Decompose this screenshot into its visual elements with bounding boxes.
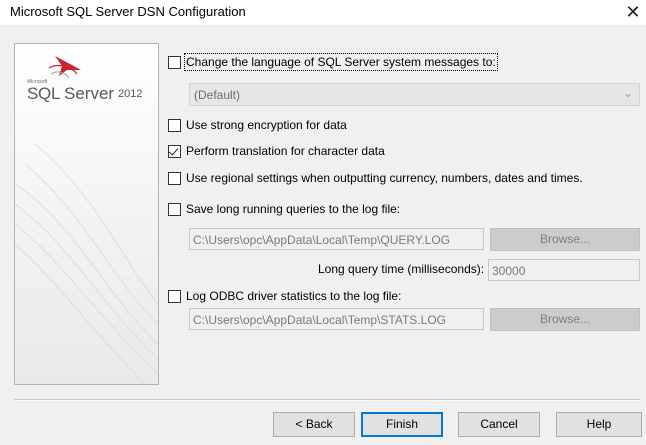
long-queries-label[interactable]: Save long running queries to the log fil… bbox=[186, 202, 400, 216]
translation-label[interactable]: Perform translation for character data bbox=[186, 144, 385, 158]
title-bar: Microsoft SQL Server DSN Configuration ✕ bbox=[0, 0, 646, 25]
logo-sql-text: SQL bbox=[27, 84, 61, 103]
stats-log-path-field[interactable]: C:\Users\opc\AppData\Local\Temp\STATS.LO… bbox=[189, 308, 484, 330]
browse-query-log-button[interactable]: Browse... bbox=[490, 228, 640, 251]
strong-encryption-label[interactable]: Use strong encryption for data bbox=[186, 118, 347, 132]
logo-year-text: 2012 bbox=[118, 88, 143, 100]
cancel-button[interactable]: Cancel bbox=[458, 412, 540, 437]
long-query-time-field[interactable]: 30000 bbox=[488, 259, 640, 281]
change-language-checkbox[interactable] bbox=[168, 56, 181, 69]
query-log-path-value: C:\Users\opc\AppData\Local\Temp\QUERY.LO… bbox=[193, 233, 451, 247]
sql-server-logo-panel: Microsoft SQL Server 2012 bbox=[14, 43, 159, 385]
language-select[interactable]: (Default) ⌄ bbox=[189, 83, 640, 106]
footer-divider bbox=[14, 399, 640, 401]
long-query-time-value: 30000 bbox=[492, 264, 526, 278]
change-language-label[interactable]: Change the language of SQL Server system… bbox=[184, 53, 498, 71]
query-log-path-field[interactable]: C:\Users\opc\AppData\Local\Temp\QUERY.LO… bbox=[189, 228, 484, 250]
stats-log-path-value: C:\Users\opc\AppData\Local\Temp\STATS.LO… bbox=[193, 313, 446, 327]
logo-server-text: Server bbox=[64, 84, 115, 103]
strong-encryption-checkbox[interactable] bbox=[168, 119, 181, 132]
close-icon[interactable]: ✕ bbox=[620, 0, 646, 25]
finish-button[interactable]: Finish bbox=[361, 412, 443, 437]
odbc-stats-label[interactable]: Log ODBC driver statistics to the log fi… bbox=[186, 289, 401, 303]
translation-checkbox[interactable] bbox=[168, 145, 181, 158]
regional-settings-checkbox[interactable] bbox=[168, 172, 181, 185]
regional-settings-label[interactable]: Use regional settings when outputting cu… bbox=[186, 171, 583, 185]
sql-server-logo-icon bbox=[48, 56, 81, 79]
help-button[interactable]: Help bbox=[556, 412, 642, 437]
odbc-stats-checkbox[interactable] bbox=[168, 290, 181, 303]
window-title: Microsoft SQL Server DSN Configuration bbox=[10, 4, 246, 19]
chevron-down-icon: ⌄ bbox=[622, 86, 633, 100]
back-button[interactable]: < Back bbox=[273, 412, 355, 437]
long-queries-checkbox[interactable] bbox=[168, 203, 181, 216]
language-select-value: (Default) bbox=[194, 88, 241, 102]
browse-stats-log-button[interactable]: Browse... bbox=[490, 308, 640, 331]
long-query-time-label: Long query time (milliseconds): bbox=[318, 262, 485, 276]
